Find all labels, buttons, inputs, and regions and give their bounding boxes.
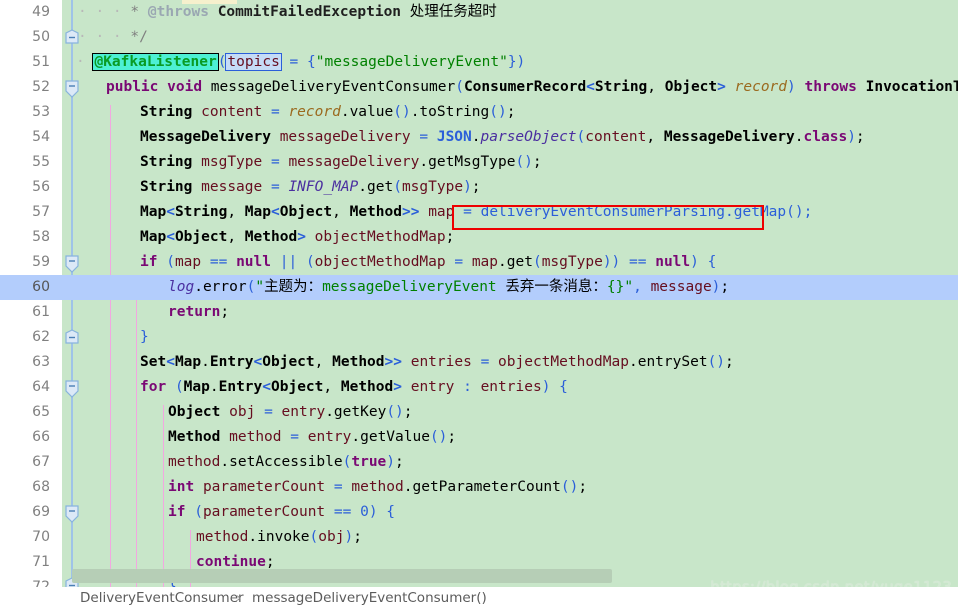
- line-content: Set<Map.Entry<Object, Method>> entries =…: [140, 354, 734, 370]
- line-number: 69: [0, 500, 50, 525]
- breadcrumb-class[interactable]: DeliveryEventConsumer: [80, 587, 244, 609]
- line-content: method.invoke(obj);: [196, 529, 362, 545]
- line-content: }: [140, 329, 149, 345]
- code-line[interactable]: 64 for (Map.Entry<Object, Method> entry …: [0, 375, 958, 400]
- line-content: int parameterCount = method.getParameter…: [168, 479, 588, 495]
- code-line[interactable]: 59 if (map == null || (objectMethodMap =…: [0, 250, 958, 275]
- line-number: 72: [0, 575, 50, 587]
- line-number: 54: [0, 125, 50, 150]
- code-line[interactable]: 68 int parameterCount = method.getParame…: [0, 475, 958, 500]
- fold-start-icon[interactable]: [63, 379, 81, 398]
- topics-identifier: topics: [225, 53, 282, 71]
- line-content: String message = INFO_MAP.get(msgType);: [140, 179, 481, 195]
- line-number: 68: [0, 475, 50, 500]
- code-line[interactable]: 58 Map<Object, Method> objectMethodMap;: [0, 225, 958, 250]
- fold-start-icon[interactable]: [63, 254, 81, 273]
- line-number: 63: [0, 350, 50, 375]
- code-line[interactable]: 70 method.invoke(obj);: [0, 525, 958, 550]
- code-line-current[interactable]: 60 log.error("主题为：messageDeliveryEvent 丢…: [0, 275, 958, 300]
- code-line[interactable]: 56 String message = INFO_MAP.get(msgType…: [0, 175, 958, 200]
- line-number: 60: [0, 275, 50, 300]
- line-content: Method method = entry.getValue();: [168, 429, 457, 445]
- code-line[interactable]: 52 public void messageDeliveryEventConsu…: [0, 75, 958, 100]
- line-number: 70: [0, 525, 50, 550]
- line-content: Object obj = entry.getKey();: [168, 404, 413, 420]
- line-number: 61: [0, 300, 50, 325]
- line-number: 57: [0, 200, 50, 225]
- code-line[interactable]: 54 MessageDelivery messageDelivery = JSO…: [0, 125, 958, 150]
- line-number: 71: [0, 550, 50, 575]
- horizontal-scrollbar-thumb[interactable]: [72, 569, 612, 583]
- code-line[interactable]: 67 method.setAccessible(true);: [0, 450, 958, 475]
- code-line[interactable]: 55 String msgType = messageDelivery.getM…: [0, 150, 958, 175]
- line-content: if (map == null || (objectMethodMap = ma…: [140, 254, 717, 270]
- watermark-text: https://blog.csdn.net/yuge1123: [710, 578, 952, 587]
- line-content: · @KafkaListener(topics = {"messageDeliv…: [76, 53, 526, 71]
- line-number: 58: [0, 225, 50, 250]
- line-number: 50: [0, 25, 50, 50]
- code-line[interactable]: 51 · @KafkaListener(topics = {"messageDe…: [0, 50, 958, 75]
- line-number: 49: [0, 0, 50, 25]
- code-line[interactable]: 49 · · · * @throws CommitFailedException…: [0, 0, 958, 25]
- line-content: if (parameterCount == 0) {: [168, 504, 396, 520]
- line-content: MessageDelivery messageDelivery = JSON.p…: [140, 129, 865, 145]
- fold-end-icon[interactable]: [63, 329, 81, 347]
- breadcrumb-bar[interactable]: DeliveryEventConsumer › messageDeliveryE…: [0, 587, 958, 609]
- line-number: 65: [0, 400, 50, 425]
- fold-start-icon[interactable]: [63, 504, 81, 523]
- line-content: String msgType = messageDelivery.getMsgT…: [140, 154, 542, 170]
- code-line[interactable]: 50 · · · */: [0, 25, 958, 50]
- line-number: 64: [0, 375, 50, 400]
- code-editor-window: 49 · · · * @throws CommitFailedException…: [0, 0, 958, 609]
- line-content: public void messageDeliveryEventConsumer…: [106, 79, 958, 95]
- editor-pane[interactable]: 49 · · · * @throws CommitFailedException…: [0, 0, 958, 587]
- line-number: 55: [0, 150, 50, 175]
- line-number: 56: [0, 175, 50, 200]
- line-number: 66: [0, 425, 50, 450]
- line-number: 62: [0, 325, 50, 350]
- line-content: return;: [168, 304, 230, 320]
- line-number: 51: [0, 50, 50, 75]
- code-line[interactable]: 62 }: [0, 325, 958, 350]
- code-line[interactable]: 66 Method method = entry.getValue();: [0, 425, 958, 450]
- line-content: Map<Object, Method> objectMethodMap;: [140, 229, 455, 245]
- code-line[interactable]: 61 return;: [0, 300, 958, 325]
- breadcrumb-separator-icon: ›: [236, 590, 242, 606]
- breadcrumb-method[interactable]: messageDeliveryEventConsumer(): [252, 587, 487, 609]
- fold-end-icon[interactable]: [63, 29, 81, 47]
- code-line[interactable]: 69 if (parameterCount == 0) {: [0, 500, 958, 525]
- code-line[interactable]: 65 Object obj = entry.getKey();: [0, 400, 958, 425]
- line-content: · · · * @throws CommitFailedException 处理…: [78, 4, 497, 20]
- kafka-listener-annotation: @KafkaListener: [92, 53, 219, 71]
- line-content: String content = record.value().toString…: [140, 104, 516, 120]
- code-line[interactable]: 53 String content = record.value().toStr…: [0, 100, 958, 125]
- line-content: for (Map.Entry<Object, Method> entry : e…: [140, 379, 568, 395]
- line-number: 59: [0, 250, 50, 275]
- line-content: log.error("主题为：messageDeliveryEvent 丢弃一条…: [168, 279, 730, 295]
- line-content: · · · */: [78, 29, 148, 45]
- code-line[interactable]: 63 Set<Map.Entry<Object, Method>> entrie…: [0, 350, 958, 375]
- line-number: 52: [0, 75, 50, 100]
- line-content: method.setAccessible(true);: [168, 454, 404, 470]
- fold-start-icon[interactable]: [63, 79, 81, 98]
- line-number: 67: [0, 450, 50, 475]
- line-number: 53: [0, 100, 50, 125]
